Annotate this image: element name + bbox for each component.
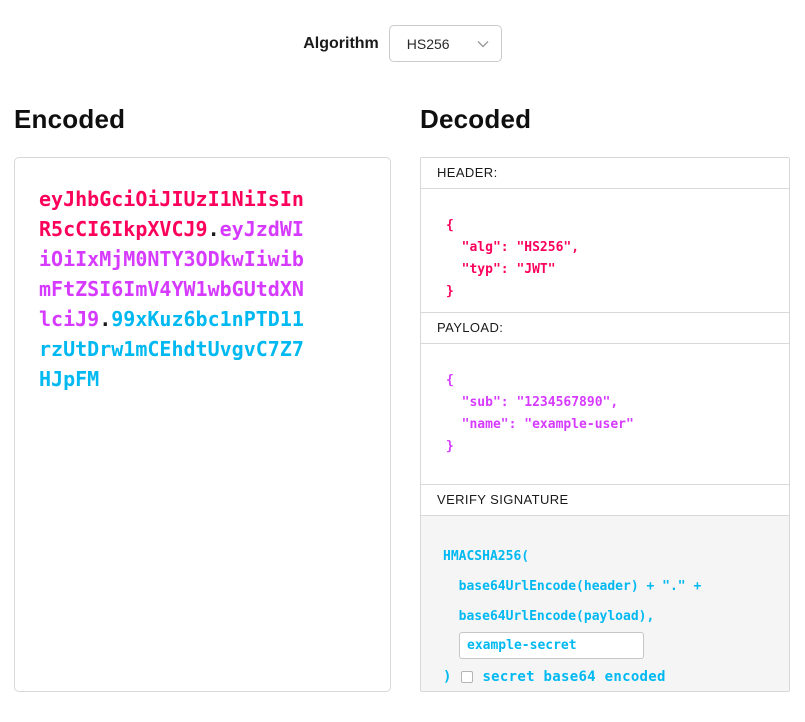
payload-json[interactable]: { "sub": "1234567890", "name": "example-… — [446, 370, 764, 458]
main-columns: Encoded eyJhbGciOiJIUzI1NiIsInR5cCI6IkpX… — [0, 62, 805, 692]
secret-base64-label[interactable]: secret base64 encoded — [482, 669, 665, 685]
encoded-title: Encoded — [14, 105, 391, 133]
header-section-label: HEADER: — [421, 158, 789, 189]
payload-section-label: PAYLOAD: — [421, 313, 789, 344]
jwt-token[interactable]: eyJhbGciOiJIUzI1NiIsInR5cCI6IkpXVCJ9.eyJ… — [39, 184, 311, 394]
encoded-token-box[interactable]: eyJhbGciOiJIUzI1NiIsInR5cCI6IkpXVCJ9.eyJ… — [14, 157, 391, 692]
signature-formula: HMACSHA256( base64UrlEncode(header) + ".… — [443, 542, 767, 632]
header-section-content[interactable]: { "alg": "HS256", "typ": "JWT" } — [421, 189, 789, 313]
secret-base64-checkbox[interactable] — [461, 671, 473, 683]
verify-last-line: ) secret base64 encoded — [443, 669, 767, 685]
algorithm-bar: Algorithm HS256 — [0, 0, 805, 62]
decoded-panel: HEADER: { "alg": "HS256", "typ": "JWT" }… — [420, 157, 790, 692]
token-dot-2: . — [99, 307, 111, 331]
token-dot-1: . — [208, 217, 220, 241]
decoded-title: Decoded — [420, 105, 790, 133]
closing-paren: ) — [443, 669, 451, 685]
algorithm-selected-value: HS256 — [407, 36, 450, 52]
header-json[interactable]: { "alg": "HS256", "typ": "JWT" } — [446, 215, 764, 303]
payload-section-content[interactable]: { "sub": "1234567890", "name": "example-… — [421, 344, 789, 485]
verify-section-label: VERIFY SIGNATURE — [421, 485, 789, 516]
algorithm-label: Algorithm — [303, 35, 379, 53]
algorithm-select[interactable]: HS256 — [389, 25, 502, 62]
encoded-column: Encoded eyJhbGciOiJIUzI1NiIsInR5cCI6IkpX… — [14, 62, 391, 692]
decoded-column: Decoded HEADER: { "alg": "HS256", "typ":… — [420, 62, 790, 692]
chevron-down-icon — [477, 40, 489, 48]
verify-signature-content: HMACSHA256( base64UrlEncode(header) + ".… — [421, 516, 789, 691]
secret-input[interactable] — [459, 632, 644, 659]
